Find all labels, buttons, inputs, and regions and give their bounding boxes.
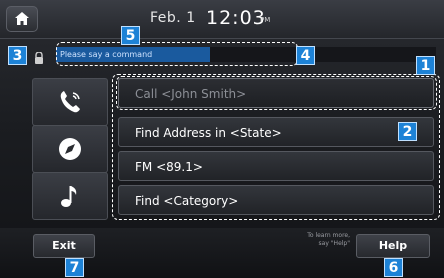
callout-outline-prompt xyxy=(56,42,298,66)
callout-marker: 2 xyxy=(398,122,417,141)
callout-marker: 3 xyxy=(8,46,27,65)
navigation-mode-button[interactable] xyxy=(32,125,108,173)
callout-outline-selected xyxy=(116,76,437,110)
status-time: 12:03 xyxy=(206,7,266,29)
voice-lock-icon xyxy=(35,52,43,64)
help-hint-line: say "Help" xyxy=(318,240,350,247)
music-icon xyxy=(61,186,77,207)
help-button[interactable]: Help xyxy=(356,234,430,258)
help-hint: To learn more, say "Help" xyxy=(258,232,350,248)
home-button[interactable] xyxy=(6,6,38,32)
phone-mode-button[interactable] xyxy=(32,78,108,126)
status-ampm: PM xyxy=(260,16,271,24)
status-date: Feb. 1 xyxy=(150,10,196,26)
navigation-icon xyxy=(59,138,81,160)
help-hint-line: To learn more, xyxy=(307,232,350,239)
home-icon xyxy=(15,12,29,25)
callout-marker: 1 xyxy=(416,56,435,75)
voice-recognition-screen: Feb. 1 12:03 PM Please say a command Cal… xyxy=(0,0,444,278)
phone-icon xyxy=(60,91,80,113)
status-bar: Feb. 1 12:03 PM xyxy=(0,0,444,39)
music-mode-button[interactable] xyxy=(32,172,108,220)
callout-marker: 7 xyxy=(65,258,84,277)
callout-marker: 4 xyxy=(296,46,315,65)
exit-button[interactable]: Exit xyxy=(33,234,95,258)
callout-marker: 5 xyxy=(121,26,140,45)
callout-marker: 6 xyxy=(384,258,403,277)
